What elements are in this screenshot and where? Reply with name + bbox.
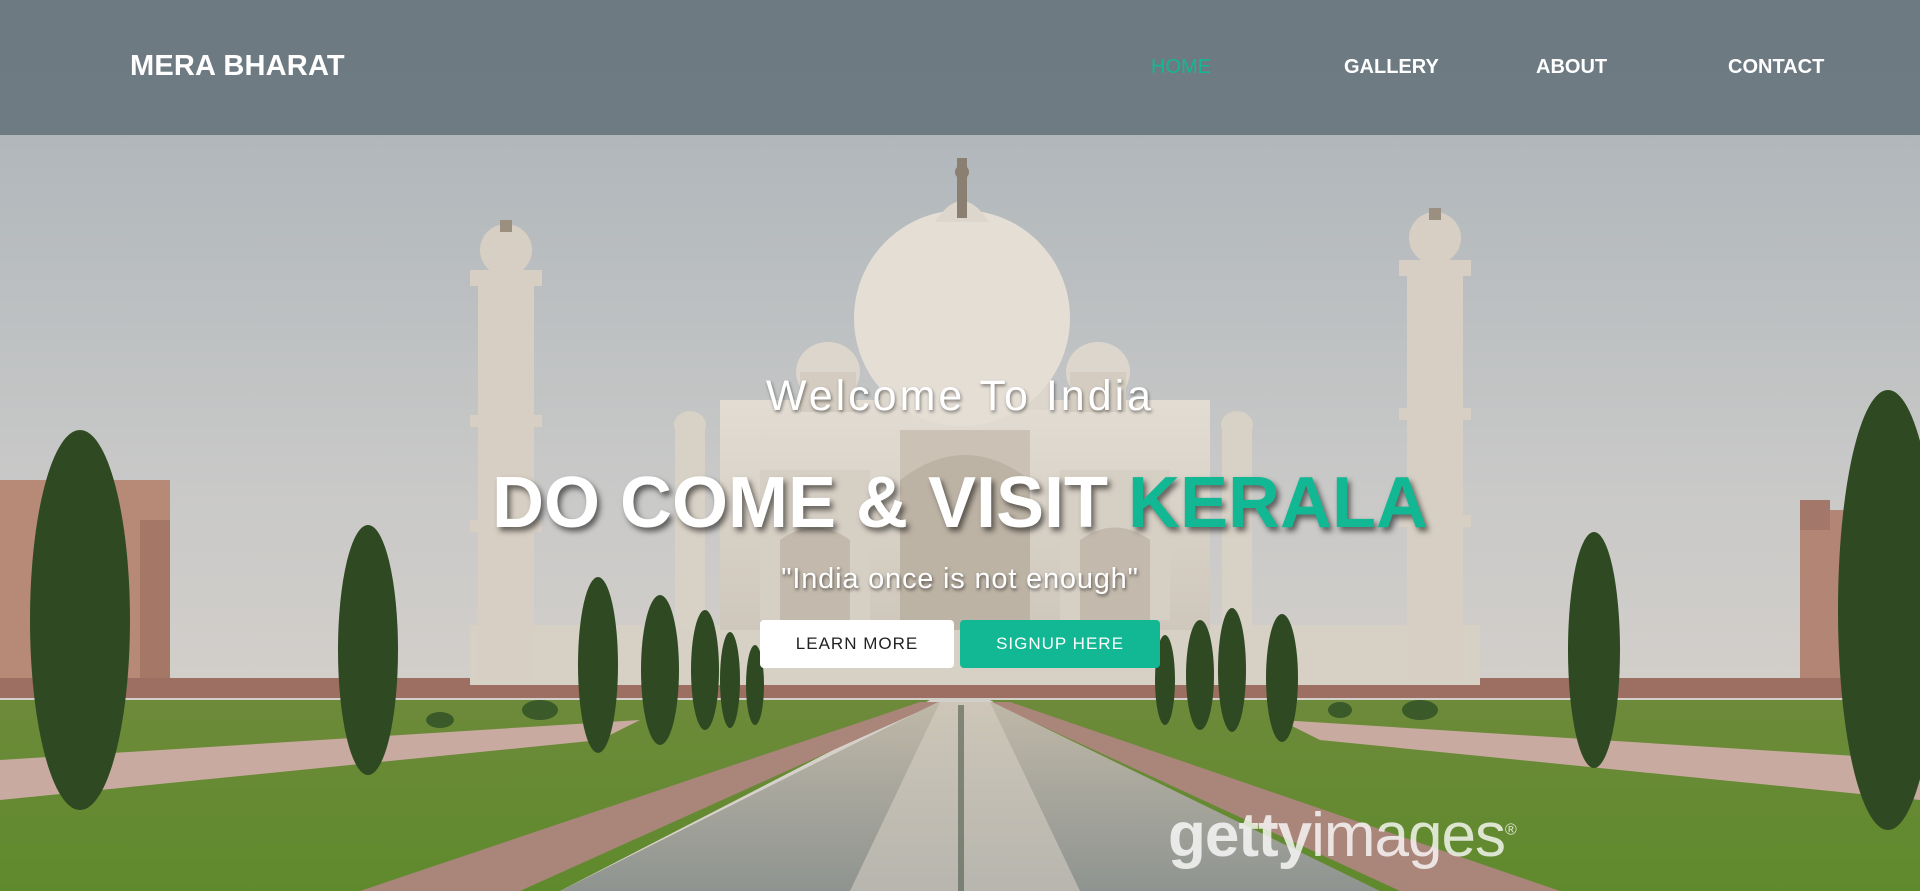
hero-section: Welcome To India DO COME & VISIT KERALA … <box>0 0 1920 891</box>
hero-tagline: "India once is not enough" <box>781 563 1139 595</box>
signup-button[interactable]: SIGNUP HERE <box>960 620 1160 668</box>
watermark-prefix: getty <box>1168 801 1312 870</box>
watermark-suffix: images <box>1311 801 1506 870</box>
learn-more-button[interactable]: LEARN MORE <box>760 620 954 668</box>
hero-headline-prefix: DO COME & VISIT <box>491 463 1129 543</box>
hero-welcome-text: Welcome To India <box>765 372 1155 420</box>
hero-headline-accent: KERALA <box>1128 463 1429 543</box>
registered-mark-icon: ® <box>1505 821 1517 839</box>
hero-headline: DO COME & VISIT KERALA <box>0 462 1920 544</box>
getty-images-watermark: gettyimages® <box>1168 800 1517 871</box>
